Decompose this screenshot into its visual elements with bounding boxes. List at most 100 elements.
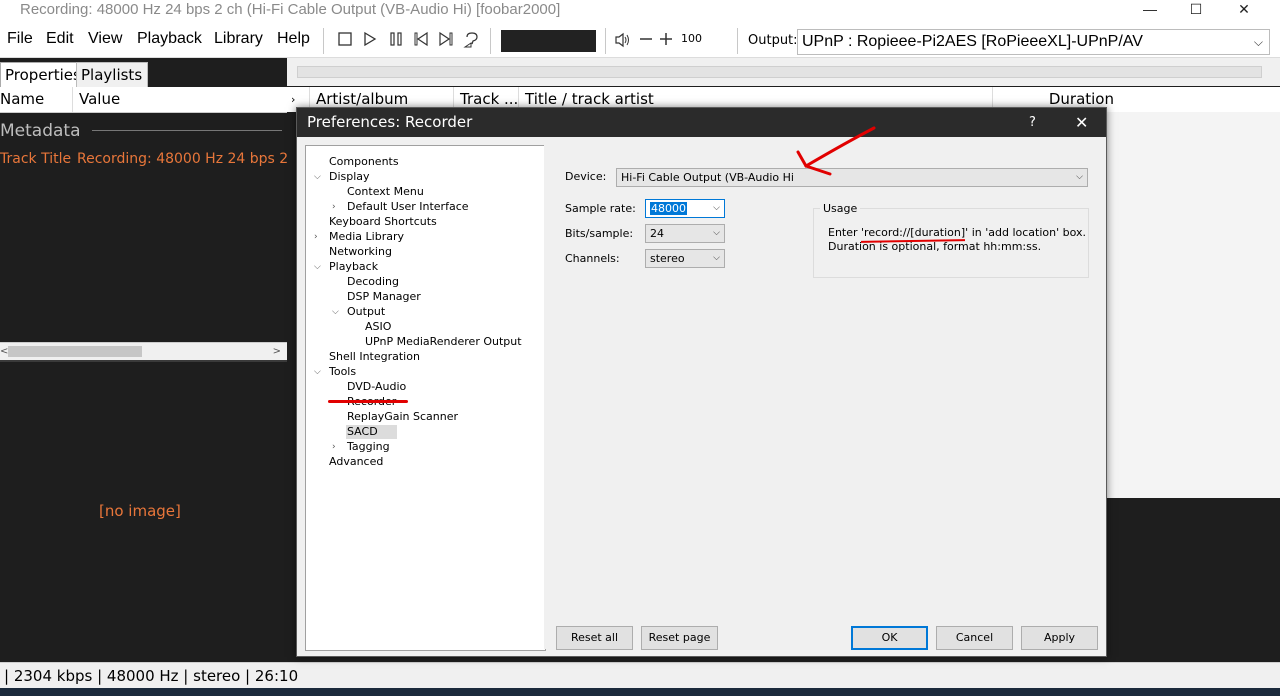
toolbar-separator: [490, 28, 491, 54]
bits-label: Bits/sample:: [565, 227, 634, 240]
tab-playlists[interactable]: Playlists: [76, 62, 148, 88]
tree-item-dvd-audio[interactable]: DVD-Audio: [347, 380, 406, 394]
channels-label: Channels:: [565, 252, 620, 265]
volume-down-icon[interactable]: [637, 31, 655, 49]
sample-rate-value: 48000: [650, 202, 687, 215]
chevron-right-icon[interactable]: ›: [332, 200, 336, 214]
tree-item-sacd[interactable]: SACD: [347, 425, 378, 439]
tree-item-tools[interactable]: Tools: [329, 365, 356, 379]
tree-item-keyboard-shortcuts[interactable]: Keyboard Shortcuts: [329, 215, 437, 229]
chevron-down-icon: ⌵: [1076, 172, 1083, 182]
output-label: Output:: [748, 33, 798, 48]
annotation-underline: [328, 400, 408, 403]
output-device-select[interactable]: UPnP : Ropieee-Pi2AES [RoPieeeXL]-UPnP/A…: [797, 29, 1270, 55]
tree-item-tagging[interactable]: Tagging: [347, 440, 390, 454]
chevron-right-icon[interactable]: ›: [291, 87, 295, 112]
bits-select[interactable]: 24 ⌵: [645, 224, 725, 243]
random-icon[interactable]: [463, 31, 481, 49]
output-device-value: UPnP : Ropieee-Pi2AES [RoPieeeXL]-UPnP/A…: [802, 33, 1143, 50]
tree-item-default-ui[interactable]: Default User Interface: [347, 200, 469, 214]
annotation-arrow-icon: [796, 126, 876, 176]
chevron-down-icon[interactable]: ⌵: [314, 260, 321, 274]
cancel-button[interactable]: Cancel: [936, 626, 1013, 650]
horizontal-scrollbar[interactable]: < >: [0, 342, 287, 360]
apply-button[interactable]: Apply: [1021, 626, 1098, 650]
previous-icon[interactable]: [412, 31, 430, 49]
maximize-button[interactable]: ☐: [1173, 0, 1219, 20]
volume-up-icon[interactable]: [657, 31, 675, 49]
tree-item-output[interactable]: Output: [347, 305, 385, 319]
tree-item-replaygain-scanner[interactable]: ReplayGain Scanner: [347, 410, 458, 424]
dialog-close-button[interactable]: ✕: [1075, 108, 1088, 137]
recorder-settings: Device: Hi-Fi Cable Output (VB-Audio Hi …: [544, 145, 1106, 650]
chevron-right-icon[interactable]: ›: [314, 230, 318, 244]
reset-all-button[interactable]: Reset all: [556, 626, 633, 650]
tree-item-dsp-manager[interactable]: DSP Manager: [347, 290, 421, 304]
left-panel: Properties Playlists Name Value Metadata…: [0, 58, 287, 662]
speaker-icon[interactable]: [614, 31, 632, 49]
playlist-area[interactable]: [1105, 112, 1280, 498]
chevron-down-icon[interactable]: ⌵: [314, 365, 321, 379]
chevron-down-icon[interactable]: ⌵: [314, 170, 321, 184]
channels-value: stereo: [650, 252, 685, 265]
play-icon[interactable]: [361, 31, 379, 49]
minimize-button[interactable]: —: [1127, 0, 1173, 20]
menu-library[interactable]: Library: [214, 30, 263, 48]
device-label: Device:: [565, 170, 607, 183]
ok-button[interactable]: OK: [851, 626, 928, 650]
tree-item-shell-integration[interactable]: Shell Integration: [329, 350, 420, 364]
tab-properties[interactable]: Properties: [0, 62, 84, 87]
window-title: Recording: 48000 Hz 24 bps 2 ch (Hi-Fi C…: [20, 1, 561, 18]
channels-select[interactable]: stereo ⌵: [645, 249, 725, 268]
title-bar: Recording: 48000 Hz 24 bps 2 ch (Hi-Fi C…: [0, 0, 1280, 22]
tree-item-media-library[interactable]: Media Library: [329, 230, 404, 244]
chevron-down-icon: ⌵: [713, 228, 720, 238]
property-value: Recording: 48000 Hz 24 bps 2: [77, 151, 287, 167]
sample-rate-select[interactable]: 48000 ⌵: [645, 199, 725, 218]
tree-item-context-menu[interactable]: Context Menu: [347, 185, 424, 199]
usage-line: Enter 'record://[duration]' in 'add loca…: [828, 226, 1086, 239]
chevron-down-icon: ⌵: [1253, 35, 1263, 49]
tree-item-display[interactable]: Display: [329, 170, 370, 184]
tree-item-components[interactable]: Components: [329, 155, 399, 169]
chevron-down-icon: ⌵: [713, 203, 720, 213]
sample-rate-label: Sample rate:: [565, 202, 636, 215]
menu-playback[interactable]: Playback: [137, 30, 202, 48]
column-name[interactable]: Name: [0, 87, 44, 112]
menu-view[interactable]: View: [88, 30, 122, 48]
group-divider: [92, 130, 282, 131]
reset-page-button[interactable]: Reset page: [641, 626, 718, 650]
status-text: | 2304 kbps | 48000 Hz | stereo | 26:10: [4, 667, 299, 685]
volume-value: 100: [681, 32, 702, 45]
chevron-right-icon[interactable]: ›: [332, 440, 336, 454]
pause-icon[interactable]: [387, 31, 405, 49]
tree-item-asio[interactable]: ASIO: [365, 320, 391, 334]
tree-item-advanced[interactable]: Advanced: [329, 455, 383, 469]
panel-divider[interactable]: [0, 360, 287, 362]
tree-item-decoding[interactable]: Decoding: [347, 275, 399, 289]
toolbar-separator: [737, 28, 738, 54]
tree-item-playback[interactable]: Playback: [329, 260, 378, 274]
column-value[interactable]: Value: [72, 87, 120, 112]
seek-bar[interactable]: [501, 30, 596, 52]
playlist-tab-bar[interactable]: [297, 66, 1262, 78]
stop-icon[interactable]: [336, 31, 354, 49]
tree-item-networking[interactable]: Networking: [329, 245, 392, 259]
toolbar-separator: [605, 28, 606, 54]
chevron-down-icon: ⌵: [713, 253, 720, 263]
preferences-dialog: Preferences: Recorder ? ✕ Components ⌵ D…: [296, 107, 1107, 657]
scrollbar-thumb[interactable]: [8, 346, 142, 357]
next-icon[interactable]: [437, 31, 455, 49]
help-button[interactable]: ?: [1029, 108, 1036, 137]
table-row[interactable]: Track Title Recording: 48000 Hz 24 bps 2: [0, 151, 287, 167]
menu-edit[interactable]: Edit: [46, 30, 74, 48]
scroll-right-icon[interactable]: >: [273, 343, 281, 360]
tree-item-upnp-output[interactable]: UPnP MediaRenderer Output: [365, 335, 522, 349]
menu-toolbar: File Edit View Playback Library Help 100…: [0, 22, 1280, 58]
metadata-group-label: Metadata: [0, 121, 81, 141]
status-bar: | 2304 kbps | 48000 Hz | stereo | 26:10: [0, 662, 1280, 688]
menu-file[interactable]: File: [7, 30, 33, 48]
chevron-down-icon[interactable]: ⌵: [332, 305, 339, 319]
menu-help[interactable]: Help: [277, 30, 310, 48]
close-button[interactable]: ✕: [1221, 0, 1267, 20]
